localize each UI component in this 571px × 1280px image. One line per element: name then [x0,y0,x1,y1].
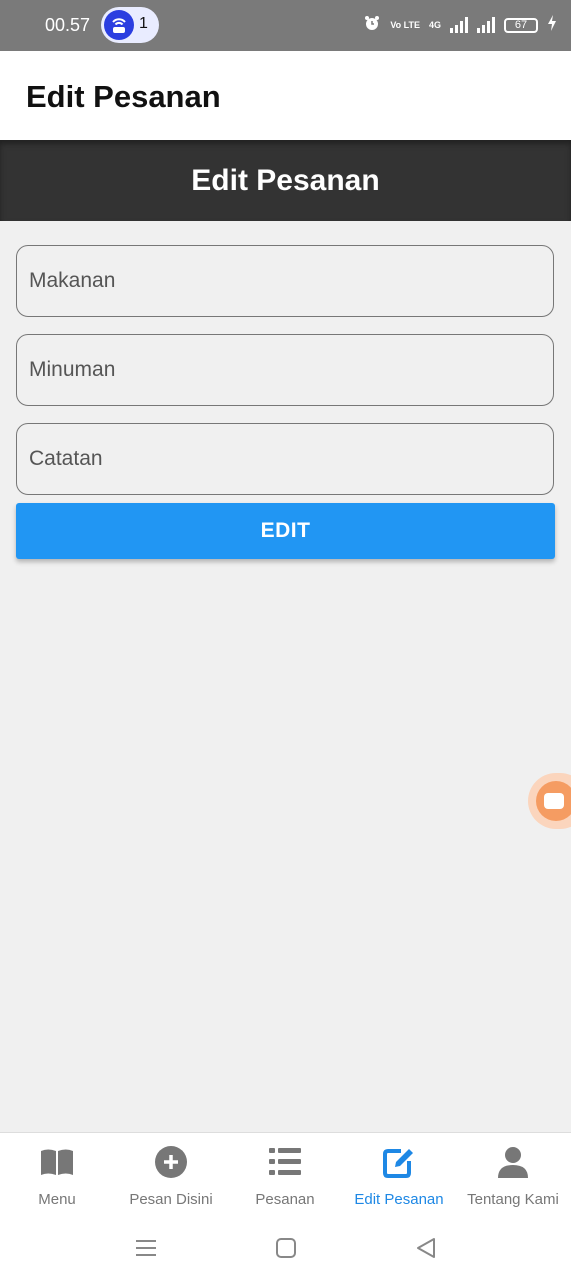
volte-label: Vo LTE [390,19,420,30]
edit-button[interactable]: EDIT [16,503,555,559]
status-time: 00.57 [45,15,91,35]
alarm-icon [363,14,381,37]
charging-icon [547,14,557,36]
hotspot-notification-pill[interactable]: 1 [101,7,159,43]
section-header: Edit Pesanan [0,140,571,221]
status-bar: 00.57 1 Vo LTE 4G 67 [0,0,571,51]
minuman-input[interactable] [16,334,554,406]
plus-circle-icon [153,1145,189,1179]
nav-label-menu: Menu [38,1191,76,1208]
book-icon [39,1145,75,1179]
home-icon[interactable] [272,1234,300,1262]
floating-video-button[interactable] [528,773,571,829]
nav-label-edit-pesanan: Edit Pesanan [354,1191,444,1208]
list-icon [267,1145,303,1179]
nav-item-pesan-disini[interactable]: Pesan Disini [114,1133,228,1217]
video-camera-icon [536,781,571,821]
user-icon [495,1145,531,1179]
system-navigation-bar [0,1216,571,1280]
app-bar: Edit Pesanan [0,51,571,140]
battery-icon: 67 [504,17,538,33]
page-title: Edit Pesanan [26,79,221,114]
notification-count: 1 [139,15,148,32]
nav-label-pesanan: Pesanan [255,1191,315,1208]
nav-label-pesan-disini: Pesan Disini [129,1191,213,1208]
nav-item-pesanan[interactable]: Pesanan [228,1133,342,1217]
section-title: Edit Pesanan [191,164,380,197]
hotspot-icon [104,10,134,40]
signal-icon-1 [450,17,468,33]
nav-label-tentang-kami: Tentang Kami [467,1191,559,1208]
recents-menu-icon[interactable] [132,1234,160,1262]
nav-item-menu[interactable]: Menu [0,1133,114,1217]
edit-icon [381,1145,417,1179]
nav-item-tentang-kami[interactable]: Tentang Kami [456,1133,570,1217]
bottom-navigation: Menu Pesan Disini Pesanan Edit Pesanan T… [0,1132,571,1217]
network-type-label: 4G [428,19,441,30]
status-icons: Vo LTE 4G 67 [363,13,557,37]
catatan-input[interactable] [16,423,554,495]
nav-item-edit-pesanan[interactable]: Edit Pesanan [342,1133,456,1217]
signal-icon-2 [477,17,495,33]
makanan-input[interactable] [16,245,554,317]
back-icon[interactable] [412,1234,440,1262]
